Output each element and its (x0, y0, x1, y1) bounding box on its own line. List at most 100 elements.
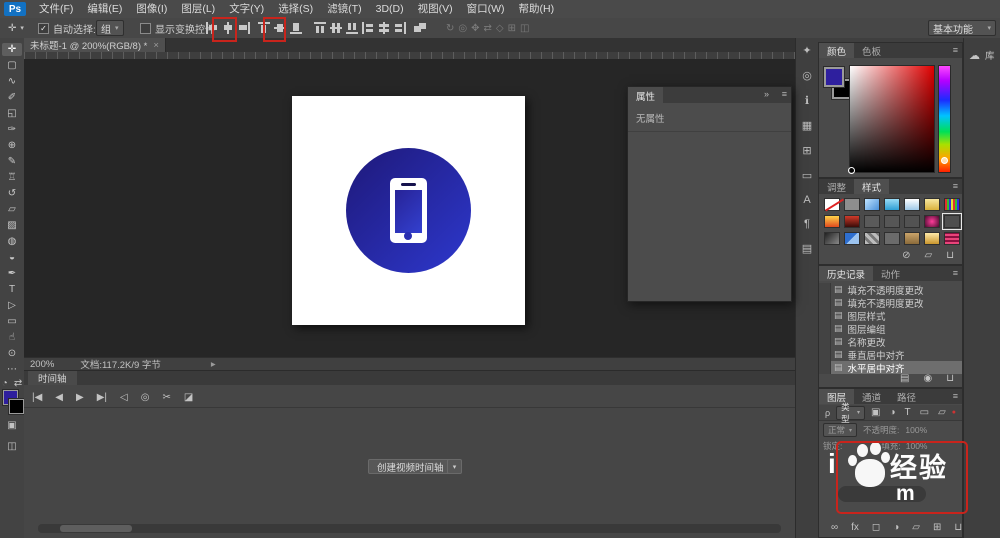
color-field-marker[interactable] (848, 167, 855, 174)
history-state[interactable]: ▤填充不透明度更改 (819, 296, 962, 309)
menu-type[interactable]: 文字(Y) (222, 0, 271, 18)
layer-style-icon[interactable]: fx (851, 522, 859, 533)
saturation-brightness-field[interactable] (849, 65, 935, 173)
auto-select-dropdown[interactable]: 组 ▾ (96, 20, 124, 36)
tab-styles[interactable]: 样式 (854, 179, 889, 194)
info-panel-icon[interactable]: ℹ (805, 94, 809, 107)
menu-view[interactable]: 视图(V) (411, 0, 460, 18)
quick-selection-tool[interactable]: ✐ (2, 91, 22, 104)
shape-layer-filter-icon[interactable]: ▭ (920, 407, 929, 418)
clear-style-icon[interactable]: ⊘ (902, 250, 910, 261)
set-source-gutter[interactable] (819, 361, 831, 374)
tab-adjustments[interactable]: 调整 (819, 179, 854, 194)
3d-mode-scale-icon[interactable]: ◇ (496, 23, 504, 34)
character-panel-icon[interactable]: A (803, 194, 810, 206)
crop-tool[interactable]: ◱ (2, 107, 22, 120)
3d-mode-roll-icon[interactable]: ◎ (458, 23, 467, 34)
layers-panel-menu-icon[interactable]: ≡ (953, 391, 958, 401)
document-canvas[interactable] (292, 96, 525, 325)
first-frame-icon[interactable]: |◀ (32, 392, 42, 403)
style-swatch[interactable] (924, 215, 940, 228)
menu-select[interactable]: 选择(S) (271, 0, 320, 18)
timeline-tab[interactable]: 时间轴 (28, 371, 77, 385)
set-source-gutter[interactable] (819, 348, 831, 361)
new-layer-icon[interactable]: ⊞ (933, 522, 941, 533)
previous-frame-icon[interactable]: ◀ (55, 392, 63, 403)
align-top-edges-icon[interactable] (258, 22, 270, 34)
history-brush-tool[interactable]: ↺ (2, 187, 22, 200)
menu-edit[interactable]: 编辑(E) (80, 0, 129, 18)
adjustment-layer-icon[interactable]: ◑ (893, 522, 899, 533)
set-source-gutter[interactable] (819, 335, 831, 348)
spot-healing-brush-tool[interactable]: ⊕ (2, 139, 22, 152)
histogram-panel-icon[interactable]: ▦ (802, 119, 812, 132)
color-panel-menu-icon[interactable]: ≡ (953, 45, 958, 55)
menu-layer[interactable]: 图层(L) (174, 0, 222, 18)
align-right-edges-icon[interactable] (238, 22, 250, 34)
quick-mask-mode-icon[interactable]: ▣ (7, 420, 16, 431)
tab-actions[interactable]: 动作 (873, 266, 908, 281)
menu-filter[interactable]: 滤镜(T) (320, 0, 368, 18)
align-left-edges-icon[interactable] (206, 22, 218, 34)
eyedropper-tool[interactable]: ✑ (2, 123, 22, 136)
style-swatch[interactable] (884, 232, 900, 245)
library-label[interactable]: 库 (985, 48, 995, 62)
background-color-swatch[interactable] (9, 399, 24, 414)
audio-icon[interactable]: ◁ (120, 392, 128, 403)
style-swatch[interactable] (844, 215, 860, 228)
set-source-gutter[interactable] (819, 296, 831, 309)
library-cloud-icon[interactable]: ☁ (969, 49, 980, 62)
split-at-playhead-icon[interactable]: ✂ (162, 392, 170, 403)
history-state[interactable]: ▤填充不透明度更改 (819, 283, 962, 296)
brush-tool[interactable]: ✎ (2, 155, 22, 168)
create-video-timeline-button[interactable]: 创建视频时间轴 (368, 459, 453, 474)
smart-object-filter-icon[interactable]: ▱ (938, 407, 946, 418)
tab-paths[interactable]: 路径 (889, 389, 924, 404)
new-group-icon[interactable]: ▱ (912, 522, 920, 533)
style-swatch[interactable] (924, 198, 940, 211)
hand-tool[interactable]: ☝ (2, 331, 22, 344)
style-swatch[interactable] (884, 215, 900, 228)
style-swatch[interactable] (824, 232, 840, 245)
style-swatch[interactable] (924, 232, 940, 245)
rectangle-shape-tool[interactable]: ▭ (2, 315, 22, 328)
history-state[interactable]: ▤垂直居中对齐 (819, 348, 962, 361)
channels-panel-icon[interactable]: ▤ (802, 242, 812, 255)
screen-mode-icon[interactable]: ◫ (7, 441, 16, 452)
collapse-panel-icon[interactable]: » (764, 89, 769, 99)
style-swatch[interactable] (844, 198, 860, 211)
style-swatch[interactable] (944, 232, 960, 245)
3d-mode-b-icon[interactable]: ◫ (520, 23, 529, 34)
delete-layer-icon[interactable]: ⊔ (954, 522, 962, 533)
timeline-scrollbar-handle[interactable] (60, 525, 132, 532)
auto-align-layers-icon[interactable] (414, 22, 426, 34)
style-swatch[interactable] (824, 198, 840, 211)
tab-swatches[interactable]: 色板 (854, 43, 889, 58)
opacity-value[interactable]: 100% (905, 425, 927, 435)
type-layer-filter-icon[interactable]: T (905, 407, 911, 418)
show-transform-checkbox[interactable] (140, 23, 151, 34)
distribute-horizontal-centers-icon[interactable] (378, 22, 390, 34)
delete-style-icon[interactable]: ⊔ (946, 250, 954, 261)
status-arrow-icon[interactable]: ▸ (211, 359, 216, 370)
tab-color[interactable]: 颜色 (819, 43, 854, 58)
align-vertical-centers-icon[interactable] (274, 22, 286, 34)
play-icon[interactable]: ▶ (76, 392, 84, 403)
menu-image[interactable]: 图像(I) (129, 0, 174, 18)
distribute-top-edges-icon[interactable] (314, 22, 326, 34)
blend-mode-dropdown[interactable]: 正常 ▾ (823, 423, 857, 437)
masks-panel-icon[interactable]: ◎ (802, 69, 812, 82)
layer-filter-dropdown[interactable]: 类型 ▾ (836, 406, 865, 420)
filter-toggle-icon[interactable]: ● (952, 409, 956, 416)
align-horizontal-centers-icon[interactable] (222, 22, 234, 34)
history-state[interactable]: ▤名称更改 (819, 335, 962, 348)
pen-tool[interactable]: ✒ (2, 267, 22, 280)
style-swatch[interactable] (944, 198, 960, 211)
paragraph-panel-icon[interactable]: ¶ (804, 218, 810, 230)
style-swatch[interactable] (824, 215, 840, 228)
align-bottom-edges-icon[interactable] (290, 22, 302, 34)
switch-colors-icon[interactable]: ⇄ (14, 378, 22, 389)
set-source-gutter[interactable] (819, 283, 831, 296)
new-document-from-state-icon[interactable]: ▤ (900, 373, 909, 384)
workspace-switcher[interactable]: 基本功能 ▾ (928, 20, 996, 36)
